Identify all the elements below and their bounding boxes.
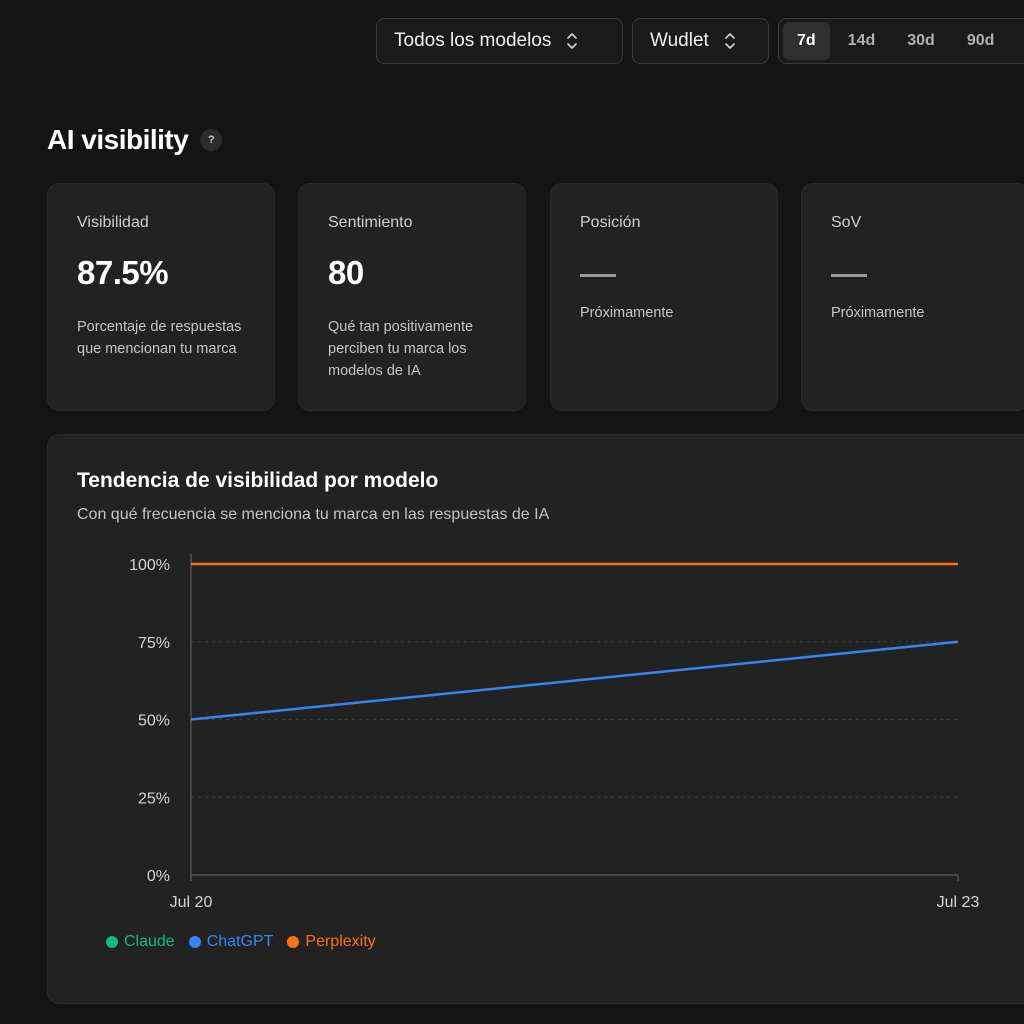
legend-item-chatgpt[interactable]: ChatGPT [188, 933, 274, 951]
period-90d-button[interactable]: 90d [953, 22, 1009, 60]
brand-select[interactable]: Wudlet [632, 18, 769, 64]
legend-label: ChatGPT [206, 933, 274, 950]
period-7d-button[interactable]: 7d [783, 22, 830, 60]
period-selector: 7d 14d 30d 90d [778, 18, 1024, 64]
visibility-trend-card: Tendencia de visibilidad por modelo Con … [47, 434, 1024, 1004]
legend-label: Claude [124, 933, 175, 950]
legend-label: Perplexity [305, 933, 376, 950]
legend-dot [106, 936, 118, 948]
toolbar: Todos los modelos Wudlet 7d 14d 30d 90d [376, 18, 1024, 64]
position-card: Posición Próximamente [550, 183, 778, 411]
series-line-chatgpt [190, 640, 959, 721]
legend-item-perplexity[interactable]: Perplexity [287, 933, 376, 951]
y-tick-label: 100% [129, 557, 170, 574]
trend-chart: 0% 25% 50% 75% 100% Jul 20 Jul 23 [129, 554, 980, 911]
empty-value-dash [831, 274, 867, 277]
metric-description: Próximamente [831, 305, 925, 321]
period-30d-button[interactable]: 30d [893, 22, 949, 60]
y-tick-label: 50% [138, 713, 170, 730]
metric-label: SoV [831, 214, 862, 231]
title-row: AI visibility ? [47, 124, 223, 156]
model-select-label: Todos los modelos [394, 30, 552, 51]
model-select[interactable]: Todos los modelos [376, 18, 623, 64]
x-tick-label: Jul 23 [937, 894, 980, 911]
x-tick-label: Jul 20 [170, 894, 213, 911]
y-tick-label: 0% [147, 868, 170, 885]
metric-label: Sentimiento [328, 214, 413, 231]
legend-dot [287, 936, 300, 948]
y-tick-label: 25% [138, 790, 170, 807]
period-14d-button[interactable]: 14d [834, 22, 890, 60]
metric-label: Visibilidad [77, 214, 149, 231]
sov-card: SoV Próximamente [801, 183, 1024, 411]
metric-description: Porcentaje de respuestas que mencionan t… [77, 319, 242, 357]
chevron-up-down-icon [724, 33, 735, 49]
help-icon[interactable]: ? [200, 129, 223, 151]
metric-label: Posición [580, 214, 641, 231]
sentiment-card: Sentimiento 80 Qué tan positivamente per… [298, 183, 526, 411]
legend-dot [188, 936, 201, 948]
empty-value-dash [580, 274, 616, 277]
metric-value: 87.5% [77, 254, 169, 291]
legend-item-claude[interactable]: Claude [106, 933, 175, 951]
visibility-card: Visibilidad 87.5% Porcentaje de respuest… [47, 183, 275, 411]
y-tick-label: 75% [138, 635, 170, 652]
chevron-up-down-icon [567, 33, 578, 49]
brand-select-label: Wudlet [650, 30, 709, 51]
metric-value: 80 [328, 254, 364, 291]
metric-description: Qué tan positivamente perciben tu marca … [328, 319, 474, 379]
metric-description: Próximamente [580, 305, 674, 321]
page-title: AI visibility [47, 124, 189, 155]
chart-legend: Claude ChatGPT Perplexity [106, 933, 376, 951]
